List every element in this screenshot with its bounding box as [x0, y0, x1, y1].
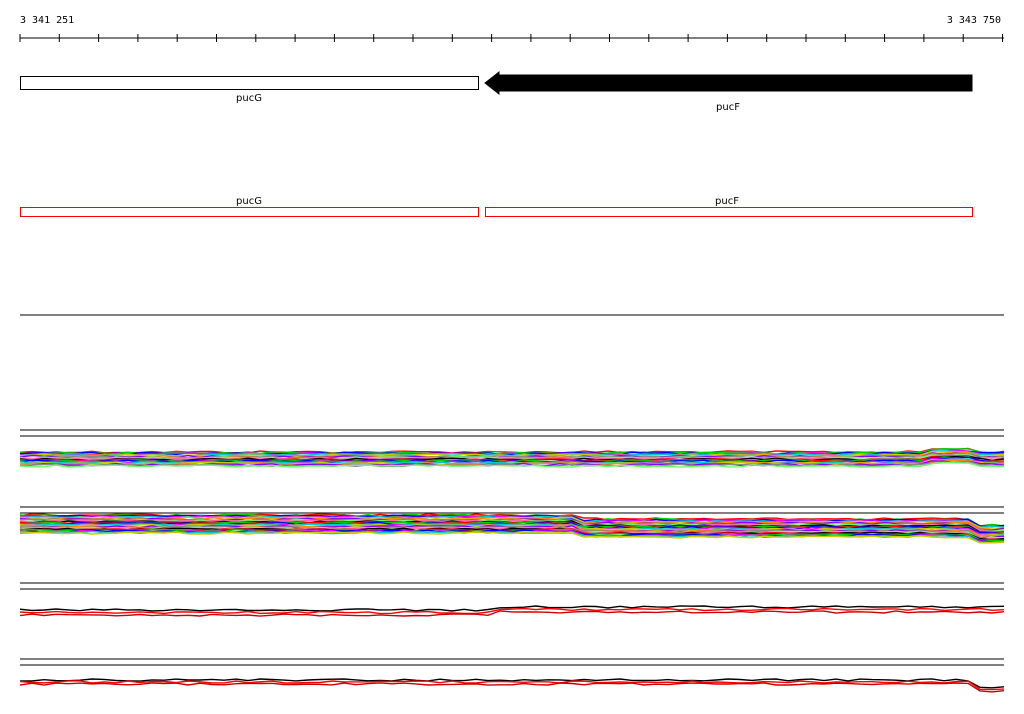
- feature-pucF-box[interactable]: [485, 207, 973, 217]
- gene-pucF-arrow[interactable]: [484, 70, 973, 96]
- genome-browser-view: 3 341 251 3 343 750 pucG pucF pucG pucF: [19, 15, 1005, 693]
- ruler-end-label: 3 343 750: [947, 15, 1001, 26]
- profile-line: [19, 682, 1005, 693]
- expression-profile-panel-1: [19, 429, 1005, 468]
- expression-profile-panel-2: [19, 506, 1005, 544]
- expression-profile-panel-4: [19, 658, 1005, 693]
- gene-pucF-label: pucF: [716, 102, 740, 113]
- coordinate-ruler: 3 341 251 3 343 750: [19, 15, 1004, 42]
- expression-profile-panel-3: [19, 582, 1005, 617]
- gene-pucG-box[interactable]: [20, 76, 479, 90]
- gene-track: pucG pucF: [20, 70, 973, 113]
- gene-pucG-label: pucG: [236, 93, 262, 104]
- feature-pucG-box[interactable]: [20, 207, 479, 217]
- feature-track: pucG pucF: [20, 196, 973, 217]
- feature-pucF-label: pucF: [715, 196, 739, 207]
- profile-line: [19, 607, 1005, 615]
- ruler-start-label: 3 341 251: [20, 15, 74, 26]
- feature-pucG-label: pucG: [236, 196, 262, 207]
